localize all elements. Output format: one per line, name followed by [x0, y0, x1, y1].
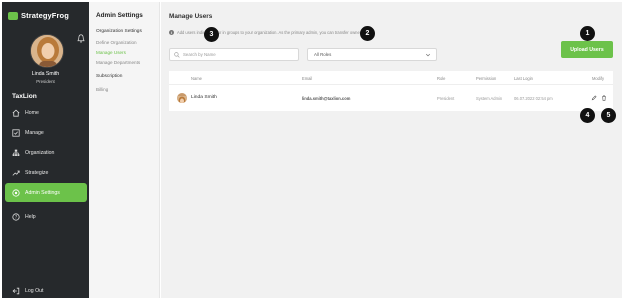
- table-row[interactable]: Linda Smith linda.smith@taxlion.com Pres…: [169, 86, 613, 110]
- checkbox-icon: [12, 128, 20, 137]
- cell-role: President: [437, 96, 455, 101]
- main-content: Manage Users i Add users individually or…: [161, 2, 622, 298]
- nav-item-label: Admin Settings: [25, 189, 60, 196]
- search-box[interactable]: [169, 48, 299, 61]
- nav-item-label: Home: [25, 109, 39, 116]
- column-header-permission[interactable]: Permission: [476, 76, 496, 81]
- notification-bell-icon[interactable]: [77, 34, 85, 43]
- main-nav: Home Manage Organization Strategize Admi…: [5, 103, 87, 203]
- gear-circle-icon: [12, 188, 20, 197]
- profile-avatar[interactable]: [30, 34, 64, 68]
- brand-logo[interactable]: StrategyFrog: [8, 11, 69, 20]
- subnav-link-billing[interactable]: Billing: [96, 87, 108, 92]
- cell-permission: System Admin: [476, 96, 503, 101]
- callout-1: 1: [580, 26, 595, 41]
- nav-item-manage[interactable]: Manage: [5, 123, 87, 142]
- column-header-name[interactable]: Name: [191, 76, 202, 81]
- edit-pencil-icon[interactable]: [591, 95, 597, 101]
- home-icon: [12, 109, 20, 117]
- profile-photo: [31, 35, 63, 67]
- table-header: Name Email Role Permission Last Login Mo…: [169, 71, 613, 85]
- subnav-link-manage-departments[interactable]: Manage Departments: [96, 60, 140, 65]
- nav-item-label: Manage: [25, 129, 44, 136]
- trend-chart-icon: [12, 170, 20, 176]
- trash-icon[interactable]: [601, 95, 607, 101]
- page-title: Manage Users: [169, 13, 213, 20]
- cell-last-login: 06.07.2022 02:54 pm: [514, 96, 553, 101]
- chevron-down-icon: [425, 53, 431, 57]
- search-icon: [174, 51, 180, 58]
- nav-item-label: Strategize: [25, 169, 49, 176]
- nav-item-label: Help: [25, 213, 36, 220]
- callout-3: 3: [204, 27, 219, 42]
- upload-users-button[interactable]: Upload Users: [561, 41, 613, 58]
- search-input[interactable]: [183, 52, 293, 57]
- user-name: Linda Smith: [31, 71, 60, 77]
- column-header-last-login[interactable]: Last Login: [514, 76, 533, 81]
- subnav-section-subscription: Subscription: [96, 74, 123, 79]
- help-icon: ?: [12, 212, 20, 220]
- nav-item-admin-settings[interactable]: Admin Settings: [5, 183, 87, 202]
- subnav-section-organization: Organization Settings: [96, 29, 142, 34]
- column-header-modify: Modify: [592, 76, 605, 81]
- nav-item-help[interactable]: ? Help: [5, 207, 87, 226]
- callout-2: 2: [360, 26, 375, 41]
- callout-5: 5: [601, 108, 616, 123]
- subnav-link-manage-users[interactable]: Manage Users: [96, 50, 126, 55]
- user-role: President: [36, 79, 55, 84]
- column-header-email[interactable]: Email: [302, 76, 312, 81]
- frog-logo-icon: [8, 11, 18, 20]
- callout-4: 4: [580, 108, 595, 123]
- users-table: Name Email Role Permission Last Login Mo…: [169, 71, 613, 111]
- organization-name: TaxLion: [12, 93, 37, 100]
- logout-button[interactable]: Log Out: [5, 281, 87, 300]
- info-note: i Add users individually or in groups to…: [169, 30, 370, 35]
- user-avatar: [177, 93, 187, 103]
- roles-dropdown[interactable]: All Roles: [307, 48, 437, 61]
- cell-name: Linda Smith: [191, 95, 217, 100]
- nav-item-home[interactable]: Home: [5, 103, 87, 122]
- info-icon: i: [169, 30, 174, 35]
- subnav-title: Admin Settings: [96, 12, 143, 19]
- settings-subnav: Admin Settings Organization Settings Def…: [89, 2, 160, 298]
- nav-item-label: Log Out: [25, 287, 44, 294]
- roles-selected-value: All Roles: [314, 52, 332, 57]
- main-sidebar: StrategyFrog Linda Smith President TaxLi…: [2, 2, 89, 298]
- nav-item-strategize[interactable]: Strategize: [5, 163, 87, 182]
- subnav-link-define-organization[interactable]: Define Organization: [96, 40, 137, 45]
- brand-name: StrategyFrog: [21, 11, 69, 20]
- nav-item-label: Organization: [25, 149, 55, 156]
- logout-icon: [12, 287, 20, 294]
- column-header-role[interactable]: Role: [437, 76, 445, 81]
- user-photo: [177, 96, 187, 103]
- cell-email: linda.smith@taxlion.com: [302, 96, 351, 101]
- org-chart-icon: [12, 149, 20, 156]
- nav-item-organization[interactable]: Organization: [5, 143, 87, 162]
